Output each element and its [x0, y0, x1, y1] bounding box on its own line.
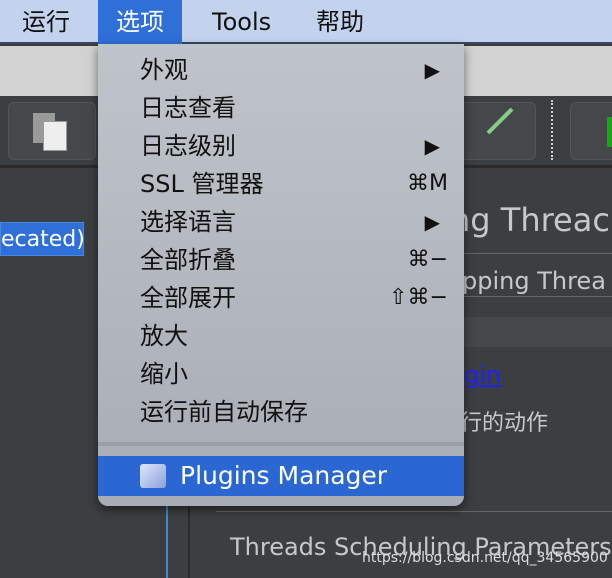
submenu-arrow-icon: ▶ — [424, 134, 440, 158]
copy-button[interactable] — [8, 102, 96, 160]
menu-item-expand-all[interactable]: 全部展开 ⇧⌘− — [98, 279, 464, 317]
menu-item-log-level[interactable]: 日志级别 ▶ — [98, 127, 464, 165]
start-button[interactable] — [570, 102, 612, 160]
plugin-link[interactable]: gin — [464, 361, 501, 389]
action-label: 行的动作 — [460, 411, 549, 436]
label: 缩小 — [140, 360, 188, 388]
menu-tools[interactable]: Tools — [194, 0, 289, 44]
copy-icon-front — [43, 121, 67, 151]
plugins-manager-icon — [140, 464, 166, 488]
menu-run[interactable]: 运行 — [4, 0, 88, 44]
menu-item-log-viewer[interactable]: 日志查看 — [98, 89, 464, 127]
label: Plugins Manager — [180, 461, 388, 490]
label: 运行前自动保存 — [140, 398, 308, 426]
tree-selected-item[interactable]: ecated) — [0, 222, 85, 256]
label: 选择语言 — [140, 208, 236, 236]
remote-button[interactable] — [460, 102, 536, 160]
menu-item-zoom-in[interactable]: 放大 — [98, 317, 464, 355]
panel-title: ng Threac — [450, 201, 610, 239]
menu-item-autosave[interactable]: 运行前自动保存 — [98, 393, 464, 431]
menu-separator — [98, 442, 464, 446]
shortcut: ⌘M — [407, 171, 448, 196]
menu-item-ssl-manager[interactable]: SSL 管理器 ⌘M — [98, 165, 464, 203]
menu-help[interactable]: 帮助 — [298, 0, 382, 44]
toolbar-separator — [551, 100, 553, 160]
menu-item-language[interactable]: 选择语言 ▶ — [98, 203, 464, 241]
start-icon — [607, 117, 612, 147]
menu-item-collapse-all[interactable]: 全部折叠 ⌘− — [98, 241, 464, 279]
menu-item-appearance[interactable]: 外观 ▶ — [98, 51, 464, 89]
watermark: https://blog.csdn.net/qq_34565900 — [362, 550, 608, 566]
options-dropdown-menu: 外观 ▶ 日志查看 日志级别 ▶ SSL 管理器 ⌘M 选择语言 ▶ 全部折叠 ⌘− 全部… — [98, 44, 464, 506]
remote-icon — [486, 107, 514, 135]
label: 全部折叠 — [140, 246, 236, 274]
menu-bar: 运行 选项 Tools 帮助 — [0, 0, 612, 44]
menu-item-plugins-manager[interactable]: Plugins Manager — [98, 456, 464, 496]
label: 外观 — [140, 56, 188, 84]
shortcut: ⇧⌘− — [389, 285, 448, 310]
submenu-arrow-icon: ▶ — [424, 210, 440, 234]
shortcut: ⌘− — [407, 247, 448, 272]
label: 日志查看 — [140, 94, 236, 122]
menu-options[interactable]: 选项 — [98, 0, 182, 44]
label: 全部展开 — [140, 284, 236, 312]
label: 放大 — [140, 322, 188, 350]
label: SSL 管理器 — [140, 170, 264, 198]
name-value: pping Threa — [462, 267, 606, 295]
submenu-arrow-icon: ▶ — [424, 58, 440, 82]
label: 日志级别 — [140, 132, 236, 160]
divider — [216, 511, 612, 512]
menu-item-zoom-out[interactable]: 缩小 — [98, 355, 464, 393]
